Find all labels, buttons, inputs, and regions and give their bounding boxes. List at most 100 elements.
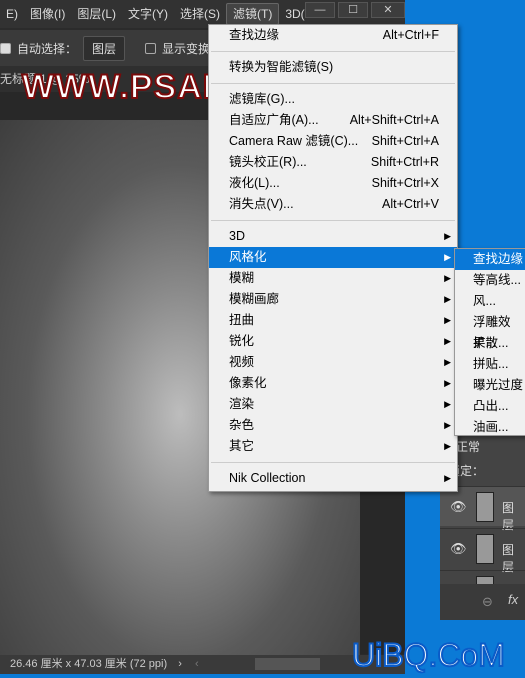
- submenu-arrow-icon: ▶: [444, 378, 451, 388]
- submenu-arrow-icon: ▶: [444, 441, 451, 451]
- menu-item-label: 液化(L)...: [229, 176, 280, 190]
- status-arrow[interactable]: ›: [178, 658, 182, 670]
- menu-item-shortcut: Shift+Ctrl+R: [370, 155, 439, 169]
- menu-item-label: 像素化: [229, 376, 267, 390]
- menu-item-label: 转换为智能滤镜(S): [229, 60, 334, 74]
- menu-1[interactable]: 图像(I): [24, 0, 71, 28]
- close-button[interactable]: ✕: [371, 2, 405, 18]
- eye-icon[interactable]: 👁: [450, 541, 467, 557]
- menu-5[interactable]: 滤镜(T): [226, 3, 280, 25]
- menu-item-label: 查找边缘: [229, 28, 280, 42]
- menu-item-label: 扭曲: [229, 313, 255, 327]
- document-size: 26.46 厘米 x 47.03 厘米 (72 ppi): [10, 658, 168, 670]
- stylize-submenu: 查找边缘 等高线... 风... 浮雕效果... 扩散... 拼贴... 曝光过度 凸出...…: [454, 248, 525, 436]
- menu-item-label: 杂色: [229, 418, 255, 432]
- menu-item-label: 其它: [229, 439, 255, 453]
- menu-item-label: 模糊画廊: [229, 292, 280, 306]
- menu-item-label: 滤镜库(G)...: [229, 92, 295, 106]
- submenu-arrow-icon: ▶: [444, 273, 451, 283]
- filter-menu-item[interactable]: 视频 ▶: [209, 352, 457, 373]
- stylize-menu-item[interactable]: 浮雕效果...: [455, 312, 525, 350]
- menu-item-shortcut: Shift+Ctrl+X: [371, 176, 439, 190]
- filter-menu-item[interactable]: Nik Collection ▶: [209, 468, 457, 489]
- filter-menu-item[interactable]: Camera Raw 滤镜(C)... Shift+Ctrl+A: [209, 131, 457, 152]
- show-transform-checkbox[interactable]: [145, 42, 157, 54]
- menu-separator: [211, 462, 455, 463]
- submenu-arrow-icon: ▶: [444, 336, 451, 346]
- menu-item-label: 3D: [229, 229, 245, 243]
- submenu-arrow-icon: ▶: [444, 399, 451, 409]
- layer-row[interactable]: 👁图层: [440, 486, 525, 532]
- filter-menu-item[interactable]: 镜头校正(R)... Shift+Ctrl+R: [209, 152, 457, 173]
- stylize-menu-item[interactable]: 油画...: [455, 417, 525, 438]
- target-select[interactable]: 图层: [83, 35, 126, 61]
- stylize-menu-item[interactable]: 等高线...: [455, 270, 525, 291]
- menu-item-label: 渲染: [229, 397, 255, 411]
- stylize-menu-item[interactable]: 扩散...: [455, 333, 525, 354]
- maximize-button[interactable]: ☐: [338, 2, 368, 18]
- scroll-left[interactable]: ‹: [195, 658, 199, 670]
- menu-separator: [211, 220, 455, 221]
- menu-2[interactable]: 图层(L): [71, 0, 122, 28]
- filter-menu-item[interactable]: 消失点(V)... Alt+Ctrl+V: [209, 194, 457, 215]
- submenu-arrow-icon: ▶: [444, 315, 451, 325]
- filter-menu-item[interactable]: 扭曲 ▶: [209, 310, 457, 331]
- menu-separator: [211, 51, 455, 52]
- menu-item-label: Camera Raw 滤镜(C)...: [229, 134, 359, 148]
- eye-icon[interactable]: 👁: [450, 499, 467, 515]
- auto-select-checkbox[interactable]: [0, 42, 11, 54]
- menu-3[interactable]: 文字(Y): [122, 0, 174, 28]
- filter-menu-item[interactable]: 渲染 ▶: [209, 394, 457, 415]
- filter-menu: 查找边缘 Alt+Ctrl+F 转换为智能滤镜(S) 滤镜库(G)... 自适应广角(A…: [208, 24, 458, 492]
- filter-menu-item[interactable]: 转换为智能滤镜(S): [209, 57, 457, 78]
- filter-menu-item[interactable]: 滤镜库(G)...: [209, 89, 457, 110]
- layer-thumbnail: [476, 534, 494, 564]
- stylize-menu-item[interactable]: 拼贴...: [455, 354, 525, 375]
- stylize-menu-item[interactable]: 曝光过度: [455, 375, 525, 396]
- watermark-uibq: UiBQ.CoM: [351, 636, 506, 674]
- minimize-button[interactable]: —: [305, 2, 335, 18]
- submenu-arrow-icon: ▶: [444, 473, 451, 483]
- menu-item-label: 锐化: [229, 334, 255, 348]
- menu-separator: [211, 83, 455, 84]
- filter-menu-item[interactable]: 3D ▶: [209, 226, 457, 247]
- filter-menu-item[interactable]: 液化(L)... Shift+Ctrl+X: [209, 173, 457, 194]
- horizontal-scrollbar[interactable]: [255, 658, 320, 670]
- menu-item-shortcut: Alt+Ctrl+F: [382, 28, 439, 42]
- filter-menu-item[interactable]: 自适应广角(A)... Alt+Shift+Ctrl+A: [209, 110, 457, 131]
- submenu-arrow-icon: ▶: [444, 252, 451, 262]
- filter-menu-item[interactable]: 模糊 ▶: [209, 268, 457, 289]
- menu-item-shortcut: Shift+Ctrl+A: [371, 134, 439, 148]
- menu-0[interactable]: E): [0, 0, 24, 28]
- auto-select-label: 自动选择：: [17, 41, 78, 56]
- menu-item-label: 镜头校正(R)...: [229, 155, 307, 169]
- menu-item-shortcut: Alt+Ctrl+V: [382, 197, 439, 211]
- status-bar: 26.46 厘米 x 47.03 厘米 (72 ppi) › ‹: [0, 655, 405, 674]
- stylize-menu-item[interactable]: 查找边缘: [455, 249, 525, 270]
- fx-icon[interactable]: fx: [508, 592, 518, 607]
- layer-row[interactable]: 👁图层: [440, 528, 525, 574]
- stylize-menu-item[interactable]: 凸出...: [455, 396, 525, 417]
- submenu-arrow-icon: ▶: [444, 420, 451, 430]
- filter-menu-item[interactable]: 杂色 ▶: [209, 415, 457, 436]
- menu-item-label: 消失点(V)...: [229, 197, 294, 211]
- filter-menu-item[interactable]: 模糊画廊 ▶: [209, 289, 457, 310]
- stylize-menu-item[interactable]: 风...: [455, 291, 525, 312]
- filter-menu-item[interactable]: 风格化 ▶: [209, 247, 457, 268]
- layer-thumbnail: [476, 492, 494, 522]
- menu-item-label: 模糊: [229, 271, 255, 285]
- menu-item-label: 视频: [229, 355, 255, 369]
- filter-menu-item[interactable]: 查找边缘 Alt+Ctrl+F: [209, 25, 457, 46]
- submenu-arrow-icon: ▶: [444, 294, 451, 304]
- submenu-arrow-icon: ▶: [444, 357, 451, 367]
- menu-item-label: Nik Collection: [229, 471, 306, 485]
- link-icon[interactable]: ⊖: [482, 594, 493, 610]
- submenu-arrow-icon: ▶: [444, 231, 451, 241]
- menu-item-label: 风格化: [229, 250, 267, 264]
- menu-item-label: 自适应广角(A)...: [229, 113, 319, 127]
- blend-mode[interactable]: 正常: [456, 438, 480, 455]
- filter-menu-item[interactable]: 像素化 ▶: [209, 373, 457, 394]
- menu-item-shortcut: Alt+Shift+Ctrl+A: [349, 113, 439, 127]
- filter-menu-item[interactable]: 其它 ▶: [209, 436, 457, 457]
- filter-menu-item[interactable]: 锐化 ▶: [209, 331, 457, 352]
